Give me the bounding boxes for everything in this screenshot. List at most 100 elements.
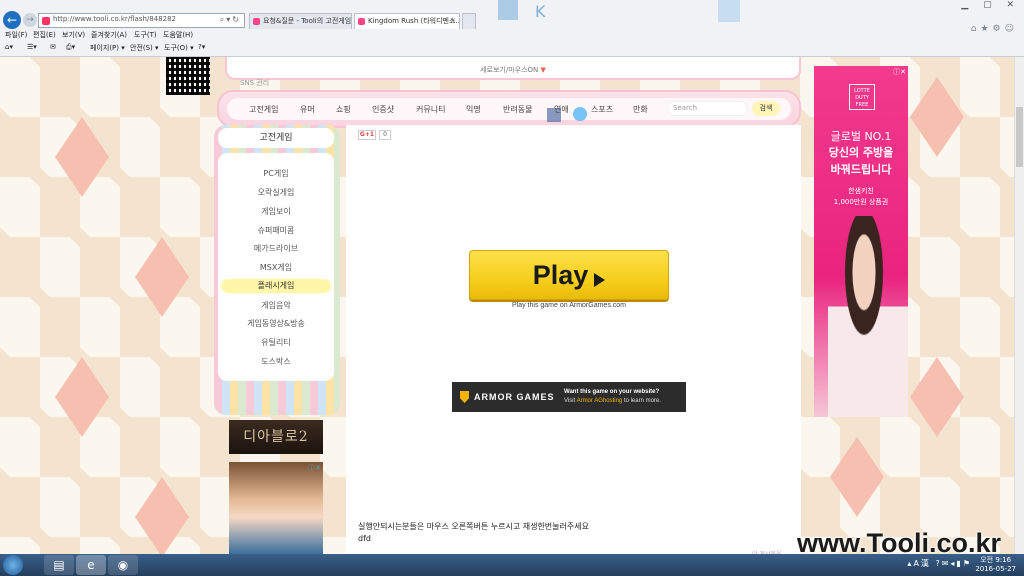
tab-favicon-icon xyxy=(358,18,365,25)
play-triangle-icon xyxy=(594,272,606,287)
browser-chrome: K ▁ ▢ ✕ ← → http://www.tooli.co.kr/flash… xyxy=(0,0,1024,57)
tab-kingdom-rush[interactable]: Kingdom Rush (타워디펜스... × xyxy=(354,13,460,29)
feeds-icon[interactable]: ☰▾ xyxy=(27,43,37,51)
menu-help[interactable]: 도움말(H) xyxy=(163,30,193,40)
start-button[interactable] xyxy=(3,555,23,575)
armor-visit-suffix: to learn more. xyxy=(622,398,661,404)
address-url[interactable]: http://www.tooli.co.kr/flash/848282 xyxy=(53,15,176,23)
sidebar-item-megadrive[interactable]: 메가드라이브 xyxy=(218,243,334,254)
search-refresh-icon[interactable]: ⌕▾↻ xyxy=(220,15,241,25)
ad-model-image xyxy=(828,216,908,417)
search-input[interactable]: Search xyxy=(667,101,748,116)
site-favicon-icon xyxy=(42,17,50,25)
background-diamond xyxy=(55,357,109,437)
background-diamond xyxy=(135,237,189,317)
nav-item-shopping[interactable]: 쇼핑 xyxy=(336,104,351,115)
sidebar-item-pc[interactable]: PC게임 xyxy=(218,168,334,179)
command-bar: ⌂▾ ☰▾ ✉ ⎙▾ 페이지(P) ▾ 안전(S) ▾ 도구(O) ▾ ?▾ xyxy=(0,42,1024,54)
nav-item-community[interactable]: 커뮤니티 xyxy=(416,104,445,115)
menu-edit[interactable]: 편집(E) xyxy=(33,30,56,40)
ad-line-3: 바꿔드립니다 xyxy=(830,163,892,176)
sidebar-title: 고전게임 xyxy=(218,128,334,148)
mobile-view-toggle[interactable]: 세로보기/마우스ON ▼ xyxy=(227,65,799,75)
play-caption[interactable]: Play this game on ArmorGames.com xyxy=(469,302,669,309)
play-label: Play xyxy=(532,260,589,290)
nav-item-humor[interactable]: 유머 xyxy=(300,104,315,115)
ad-choices-icon[interactable]: ⓘ✕ xyxy=(893,67,906,77)
twitter-icon[interactable] xyxy=(573,107,587,121)
lotte-ad-banner[interactable]: ⓘ✕ LOTTE DUTY FREE 글로벌 NO.1 당신의 주방을 바꿔드립… xyxy=(814,66,908,417)
nav-item-classic[interactable]: 고전게임 xyxy=(249,104,278,115)
menu-view[interactable]: 보기(V) xyxy=(62,30,85,40)
help-icon[interactable]: ?▾ xyxy=(198,43,205,51)
home-icon[interactable]: ⌂▾ xyxy=(5,43,13,51)
sidebar-item-arcade[interactable]: 오락실게임 xyxy=(218,187,334,198)
menu-favorites[interactable]: 즐겨찾기(A) xyxy=(91,30,127,40)
tools-menu[interactable]: 도구(O) ▾ xyxy=(164,43,194,53)
sidebar-item-gameboy[interactable]: 게임보이 xyxy=(218,206,334,217)
note-text: dfd xyxy=(358,534,371,543)
sidebar-item-utility[interactable]: 유틸리티 xyxy=(218,337,334,348)
sns-text: SNS 관리 xyxy=(240,79,270,87)
lotte-logo: LOTTE DUTY FREE xyxy=(849,84,875,110)
tab-label: 요청&질문 - Tooli의 고전게임... xyxy=(263,17,352,25)
mail-icon[interactable]: ✉ xyxy=(50,43,56,51)
tab-favicon-icon xyxy=(253,18,260,25)
back-button[interactable]: ← xyxy=(3,11,21,29)
ad-line-1: 글로벌 NO.1 xyxy=(830,130,892,143)
site-header-box: 세로보기/마우스ON ▼ xyxy=(225,57,801,80)
chrome-icon[interactable]: ◉ xyxy=(108,555,138,575)
page-scrollbar[interactable] xyxy=(1014,57,1024,554)
diablo2-banner[interactable]: 디아블로2 xyxy=(229,420,323,454)
window-controls[interactable]: ▁ ▢ ✕ xyxy=(961,0,1020,10)
armor-visit-prefix: Visit xyxy=(564,398,577,404)
clock[interactable]: 오전 9:16 2016-05-27 xyxy=(975,556,1016,574)
tab-request[interactable]: 요청&질문 - Tooli의 고전게임... xyxy=(249,13,352,29)
safety-menu[interactable]: 안전(S) ▾ xyxy=(130,43,159,53)
google-plus-button[interactable]: G+1 xyxy=(358,130,376,140)
nav-item-sports[interactable]: 스포츠 xyxy=(591,104,613,115)
close-tab-icon[interactable]: × xyxy=(449,14,456,28)
page-menu[interactable]: 페이지(P) ▾ xyxy=(90,43,125,53)
clock-date: 2016-05-27 xyxy=(975,565,1016,573)
armor-want-text: Want this game on your website? xyxy=(564,389,660,395)
ad-choices-icon[interactable]: ⓘ✕ xyxy=(308,463,321,473)
internet-explorer-icon[interactable]: e xyxy=(76,555,106,575)
sidebar-item-msx[interactable]: MSX게임 xyxy=(218,262,334,273)
sidebar-item-dosbox[interactable]: 도스박스 xyxy=(218,356,334,367)
left-ad-image[interactable]: ⓘ✕ xyxy=(229,462,323,554)
nav-item-pets[interactable]: 반려동물 xyxy=(503,104,532,115)
armor-visit-link[interactable]: Armor AGhosting xyxy=(577,398,623,404)
scrollbar-thumb[interactable] xyxy=(1016,107,1023,167)
qr-code-image xyxy=(166,57,210,95)
sidebar-item-snes[interactable]: 슈퍼패미콤 xyxy=(218,225,334,236)
system-tray[interactable]: ▴A漢 ?✉◂▮⚑ xyxy=(907,558,972,569)
menu-file[interactable]: 파일(F) xyxy=(5,30,27,40)
nav-item-anonymous[interactable]: 익명 xyxy=(466,104,481,115)
background-diamond xyxy=(55,117,109,197)
nav-item-comics[interactable]: 만화 xyxy=(633,104,648,115)
sidebar-item-video[interactable]: 게임동영상&방송 xyxy=(218,318,334,329)
new-tab-button[interactable] xyxy=(462,13,476,29)
sidebar-item-flash[interactable]: 플래시게임 xyxy=(221,279,331,293)
nav-item-proof[interactable]: 인증샷 xyxy=(372,104,394,115)
play-game-button[interactable]: Play xyxy=(469,250,669,300)
background-diamond xyxy=(910,357,964,437)
armor-visit-text: Visit Armor AGhosting to learn more. xyxy=(564,398,661,404)
background-diamond xyxy=(135,477,189,554)
search-button[interactable]: 검색 xyxy=(752,101,780,116)
background-diamond xyxy=(910,77,964,157)
menu-bar: 파일(F) 편집(E) 보기(V) 즐겨찾기(A) 도구(T) 도움말(H) xyxy=(0,30,1024,41)
background-diamond xyxy=(830,437,884,517)
sidebar-item-music[interactable]: 게임음악 xyxy=(218,300,334,311)
mobile-view-label: 세로보기/마우스ON xyxy=(480,66,539,74)
armor-games-banner[interactable]: ARMOR GAMES Want this game on your websi… xyxy=(452,382,686,412)
tab-label: Kingdom Rush (타워디펜스... xyxy=(368,17,460,25)
menu-tools[interactable]: 도구(T) xyxy=(134,30,157,40)
address-bar[interactable]: http://www.tooli.co.kr/flash/848282 ⌕▾↻ xyxy=(38,13,245,28)
ad-line-4: 한샘키친 xyxy=(848,187,874,195)
print-icon[interactable]: ⎙▾ xyxy=(66,43,75,52)
nav-item-dating[interactable]: 연애 xyxy=(554,104,569,115)
explorer-icon[interactable]: ▤ xyxy=(44,555,74,575)
forward-button[interactable]: → xyxy=(23,13,37,27)
